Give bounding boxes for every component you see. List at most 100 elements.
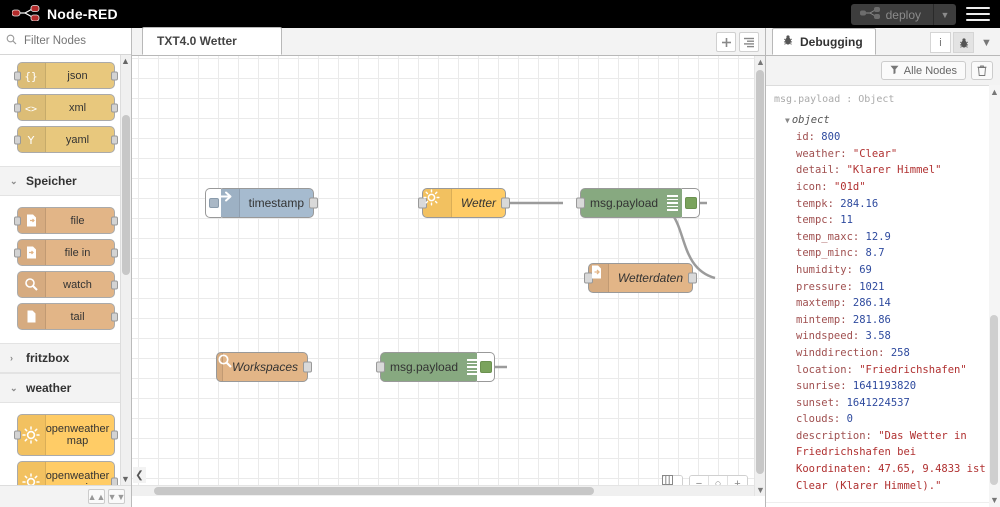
- node-palette: {} json <> xml Y: [0, 28, 132, 507]
- sidebar-menu-button[interactable]: ▼: [976, 32, 997, 53]
- debug-field-key: temp_maxc:: [796, 231, 866, 243]
- search-icon: [6, 34, 17, 48]
- debug-filter-button[interactable]: Alle Nodes: [881, 61, 966, 80]
- search-input[interactable]: [22, 34, 125, 48]
- node-output-port[interactable]: [501, 198, 510, 209]
- info-tab-button[interactable]: i: [930, 32, 951, 53]
- scroll-down-icon[interactable]: ▼: [121, 474, 130, 484]
- scroll-up-icon[interactable]: ▲: [756, 57, 765, 67]
- debug-field-key: sunrise:: [796, 380, 853, 392]
- svg-text:<>: <>: [25, 104, 37, 115]
- deploy-control[interactable]: deploy ▼: [851, 4, 956, 25]
- clear-debug-button[interactable]: [971, 61, 993, 80]
- debug-enable-button[interactable]: [682, 188, 700, 218]
- scroll-down-icon[interactable]: ▼: [990, 495, 999, 505]
- palette-category-label: weather: [26, 381, 71, 395]
- palette-scrollbar[interactable]: ▲ ▼: [120, 55, 131, 485]
- debug-field-value: 12.9: [866, 231, 891, 243]
- palette-node-openweathermap[interactable]: openweather map: [17, 414, 115, 456]
- canvas-hscroll-thumb[interactable]: [154, 487, 594, 495]
- palette-collapse-icon[interactable]: ❮: [133, 467, 146, 483]
- magnifier-icon: [217, 353, 223, 381]
- debug-field-key: mintemp:: [796, 314, 853, 326]
- flow-node-label: Wetterdaten: [609, 271, 692, 285]
- sun-icon: [423, 189, 452, 217]
- expand-all-icon[interactable]: ▼▼: [108, 489, 125, 504]
- deploy-button[interactable]: deploy: [851, 4, 934, 25]
- debug-scrollbar[interactable]: ▲ ▼: [989, 85, 1000, 507]
- tab-debugging[interactable]: Debugging: [772, 28, 876, 55]
- file-out-icon: [589, 264, 609, 292]
- node-input-port[interactable]: [376, 362, 385, 373]
- debug-field-winddirection: winddirection: 258: [774, 345, 993, 362]
- debug-message-list[interactable]: msg.payload : Object ▼object id: 800weat…: [766, 85, 1000, 507]
- debug-field-description: description: "Das Wetter in Friedrichsha…: [774, 428, 993, 494]
- scroll-down-icon[interactable]: ▼: [756, 485, 765, 495]
- scroll-up-icon[interactable]: ▲: [121, 56, 130, 66]
- palette-group-weather: openweather map: [0, 403, 131, 485]
- palette-node-watch[interactable]: watch: [17, 271, 115, 298]
- debug-field-value: 1021: [859, 281, 884, 293]
- palette-node-yaml[interactable]: Y yaml: [17, 126, 115, 153]
- palette-node-openweathermap-in[interactable]: openweather map in: [17, 461, 115, 485]
- palette-category-fritzbox[interactable]: › fritzbox: [0, 343, 131, 373]
- palette-node-tail[interactable]: tail: [17, 303, 115, 330]
- node-output-port[interactable]: [688, 273, 697, 284]
- debug-field-maxtemp: maxtemp: 286.14: [774, 295, 993, 312]
- debug-field-tempk: tempk: 284.16: [774, 196, 993, 213]
- app-title: Node-RED: [47, 6, 118, 22]
- flow-node-openweathermap-wetter[interactable]: Wetter: [422, 188, 506, 218]
- debug-field-id: id: 800: [774, 129, 993, 146]
- debug-field-value: 8.7: [866, 247, 885, 259]
- list-flows-icon[interactable]: [739, 32, 759, 52]
- canvas-vscroll-thumb[interactable]: [756, 70, 764, 474]
- debug-field-temp_minc: temp_minc: 8.7: [774, 245, 993, 262]
- debug-tab-button[interactable]: [953, 32, 974, 53]
- palette-search[interactable]: [0, 28, 131, 55]
- collapse-all-icon[interactable]: ▲▲: [88, 489, 105, 504]
- palette-node-json[interactable]: {} json: [17, 62, 115, 89]
- palette-node-label: json: [46, 70, 114, 82]
- debug-enable-button[interactable]: [477, 352, 495, 382]
- palette-scroll-thumb[interactable]: [122, 115, 130, 275]
- node-input-port[interactable]: [576, 198, 585, 209]
- chevron-down-icon[interactable]: ▼: [785, 116, 790, 125]
- node-output-port[interactable]: [309, 198, 318, 209]
- flow-node-debug-msgpayload-1[interactable]: msg.payload: [580, 188, 685, 218]
- file-in-icon: [18, 240, 46, 265]
- debug-message-topic: msg.payload : Object: [774, 92, 993, 109]
- letter-y-icon: Y: [18, 127, 46, 152]
- node-output-port[interactable]: [303, 362, 312, 373]
- flow-node-inject-timestamp[interactable]: timestamp: [218, 188, 314, 218]
- debug-scroll-thumb[interactable]: [990, 315, 998, 485]
- debug-field-sunrise: sunrise: 1641193820: [774, 378, 993, 395]
- deploy-dropdown-caret[interactable]: ▼: [934, 4, 956, 25]
- palette-node-output-port: [111, 431, 118, 440]
- palette-node-output-port: [111, 478, 118, 486]
- flow-tab-txt40-wetter[interactable]: TXT4.0 Wetter: [142, 27, 282, 55]
- palette-node-input-port: [14, 135, 21, 144]
- debug-toolbar: Alle Nodes: [766, 56, 1000, 85]
- debug-message[interactable]: msg.payload : Object ▼object id: 800weat…: [766, 86, 1000, 503]
- palette-node-xml[interactable]: <> xml: [17, 94, 115, 121]
- flow-node-debug-msgpayload-2[interactable]: msg.payload: [380, 352, 480, 382]
- debug-field-key: icon:: [796, 181, 834, 193]
- palette-node-label: tail: [46, 311, 114, 323]
- chevron-down-icon: ⌄: [10, 176, 18, 187]
- scroll-up-icon[interactable]: ▲: [990, 87, 999, 97]
- flow-node-watch-workspaces[interactable]: Workspaces: [216, 352, 308, 382]
- palette-category-speicher[interactable]: ⌄ Speicher: [0, 166, 131, 196]
- palette-node-file-in[interactable]: file in: [17, 239, 115, 266]
- debug-object-root[interactable]: ▼object: [774, 112, 993, 130]
- debug-field-value: 258: [891, 347, 910, 359]
- flow-canvas[interactable]: timestamp Wet: [132, 56, 754, 496]
- add-flow-icon[interactable]: [716, 32, 736, 52]
- flow-node-file-wetterdaten[interactable]: Wetterdaten: [588, 263, 693, 293]
- palette-node-file[interactable]: file: [17, 207, 115, 234]
- palette-category-weather[interactable]: ⌄ weather: [0, 373, 131, 403]
- deploy-label: deploy: [886, 8, 921, 22]
- hamburger-menu-icon[interactable]: [966, 5, 990, 23]
- node-red-logo-icon: [12, 5, 40, 24]
- canvas-vertical-scrollbar[interactable]: ▲ ▼: [754, 56, 765, 496]
- canvas-horizontal-scrollbar[interactable]: [132, 485, 754, 496]
